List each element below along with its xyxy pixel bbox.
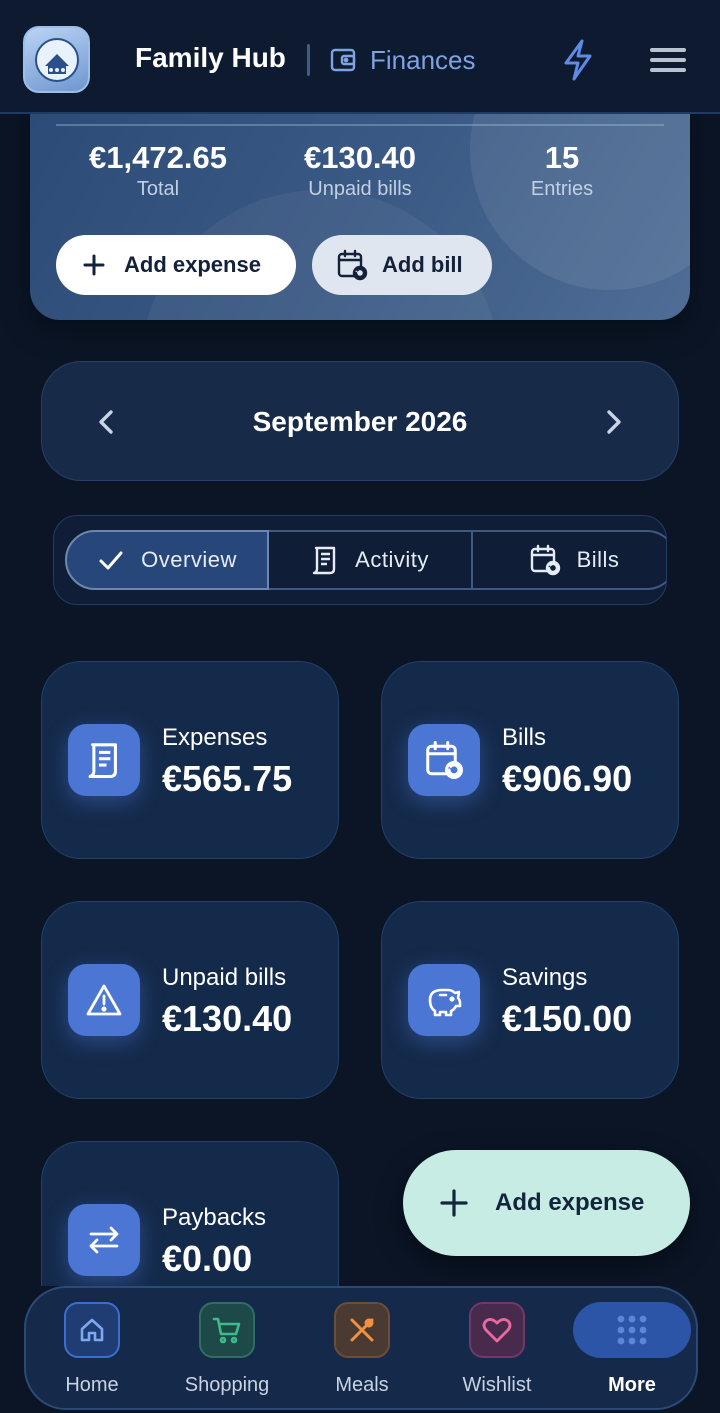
expenses-tile[interactable]: Expenses €565.75 (41, 661, 339, 859)
total-value: €1,472.65 (89, 140, 227, 175)
unpaid-value: €130.40 (303, 140, 417, 175)
entries-value: 15 (544, 140, 580, 175)
view-tabs: Overview Activity Bills (53, 515, 667, 605)
entries-stat: 15 Entries (462, 140, 662, 201)
tab-overview[interactable]: Overview (65, 530, 269, 590)
add-expense-label: Add expense (124, 252, 261, 277)
savings-tile[interactable]: Savings €150.00 (381, 901, 679, 1099)
piggy-bank-icon (408, 964, 480, 1036)
unpaid-stat: €130.40 Unpaid bills (260, 140, 460, 201)
add-expense-fab[interactable]: Add expense (403, 1150, 690, 1256)
tab-activity[interactable]: Activity (269, 530, 473, 590)
warning-icon (68, 964, 140, 1036)
bills-tile[interactable]: Bills €906.90 (381, 661, 679, 859)
unpaid-label: Unpaid bills (308, 178, 412, 200)
tile-value: €130.40 (162, 998, 293, 1039)
receipt-icon (312, 546, 336, 575)
check-icon (99, 551, 123, 570)
nav-label: Meals (335, 1374, 389, 1396)
cart-icon (199, 1302, 255, 1358)
utensils-icon (334, 1302, 390, 1358)
app-title: Family Hub (135, 42, 286, 73)
total-label: Total (136, 178, 180, 200)
calendar-refresh-icon (530, 544, 560, 576)
app-header: Family Hub Finances (0, 0, 720, 114)
hamburger-menu-icon[interactable] (648, 44, 688, 76)
nav-label: Shopping (184, 1374, 270, 1396)
bottom-navigation: Home Shopping Meals Wishlist More (24, 1286, 698, 1410)
calendar-refresh-icon (408, 724, 480, 796)
tile-label: Paybacks (162, 1204, 267, 1231)
tile-value: €906.90 (502, 758, 633, 799)
total-stat: €1,472.65 Total (58, 140, 258, 201)
plus-icon (83, 254, 105, 276)
nav-label: Home (65, 1374, 119, 1396)
month-label: September 2026 (252, 406, 468, 437)
fab-label: Add expense (495, 1189, 645, 1216)
add-bill-button[interactable]: Add bill (312, 235, 492, 295)
tile-value: €0.00 (162, 1238, 253, 1279)
tab-label: Overview (141, 547, 237, 572)
family-logo-icon (34, 37, 79, 82)
heart-icon (469, 1302, 525, 1358)
add-bill-label: Add bill (382, 252, 463, 277)
nav-label: More (608, 1374, 656, 1396)
unpaid-bills-tile[interactable]: Unpaid bills €130.40 (41, 901, 339, 1099)
section-breadcrumb[interactable]: Finances (330, 44, 476, 76)
tile-value: €150.00 (502, 998, 633, 1039)
paybacks-tile[interactable]: Paybacks €0.00 (41, 1141, 339, 1286)
title-divider (307, 44, 310, 76)
grid-icon (573, 1302, 691, 1358)
plus-icon (440, 1189, 468, 1217)
tile-label: Bills (502, 724, 547, 751)
section-label: Finances (370, 44, 476, 75)
nav-label: Wishlist (462, 1374, 532, 1396)
tile-label: Savings (502, 964, 588, 991)
receipt-icon (68, 724, 140, 796)
nav-item-more[interactable]: More (567, 1302, 697, 1397)
nav-item-wishlist[interactable]: Wishlist (432, 1302, 562, 1397)
tab-label: Bills (576, 547, 620, 572)
tab-label: Activity (355, 547, 429, 572)
tab-bills[interactable]: Bills (473, 530, 666, 590)
tile-label: Expenses (162, 724, 268, 751)
tile-label: Unpaid bills (162, 964, 287, 991)
swap-arrows-icon (68, 1204, 140, 1276)
bolt-icon[interactable] (560, 38, 596, 82)
app-logo[interactable] (23, 26, 90, 93)
calendar-refresh-icon (337, 249, 368, 281)
summary-divider (56, 124, 664, 126)
tile-value: €565.75 (162, 758, 293, 799)
nav-item-meals[interactable]: Meals (297, 1302, 427, 1397)
nav-item-shopping[interactable]: Shopping (162, 1302, 292, 1397)
home-icon (64, 1302, 120, 1358)
month-navigator: September 2026 (41, 361, 679, 481)
add-expense-button[interactable]: Add expense (56, 235, 296, 295)
entries-label: Entries (530, 178, 594, 200)
chevron-right-icon[interactable] (602, 406, 626, 438)
wallet-icon (330, 48, 356, 72)
nav-item-home[interactable]: Home (27, 1302, 157, 1397)
